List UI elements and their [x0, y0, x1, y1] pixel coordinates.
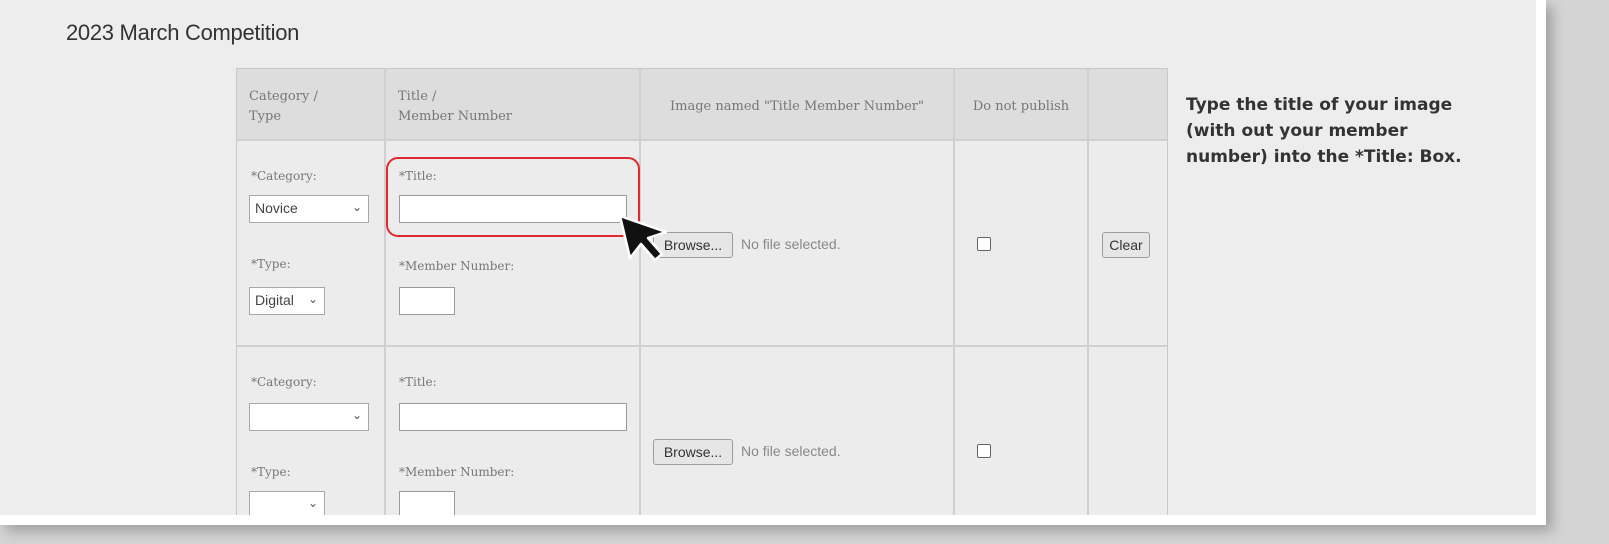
- title-label: *Title:: [399, 375, 437, 389]
- title-input[interactable]: [399, 403, 627, 431]
- row-divider: [237, 139, 1167, 141]
- screenshot-frame: 2023 March Competition Category / Type T…: [0, 0, 1546, 525]
- browse-button[interactable]: Browse...: [653, 439, 733, 465]
- type-select[interactable]: Digital ⌄: [249, 287, 325, 315]
- mouse-cursor-icon: [618, 214, 668, 262]
- header-title-line: Title /: [398, 89, 437, 104]
- type-value: Digital: [255, 292, 294, 308]
- category-select[interactable]: Novice ⌄: [249, 195, 369, 223]
- type-select[interactable]: ⌄: [249, 491, 325, 515]
- category-select[interactable]: ⌄: [249, 403, 369, 431]
- header-title-member: Title / Member Number: [386, 69, 639, 139]
- file-status: No file selected.: [741, 443, 841, 459]
- column-divider: [639, 69, 641, 515]
- type-label: *Type:: [251, 257, 291, 271]
- clear-button[interactable]: Clear: [1102, 232, 1150, 258]
- column-divider: [953, 69, 955, 515]
- chevron-down-icon: ⌄: [307, 496, 318, 510]
- entry-form-table: Category / Type Title / Member Number Im…: [236, 68, 1168, 515]
- category-label: *Category:: [251, 169, 317, 183]
- header-category-line: Category /: [249, 89, 318, 104]
- category-label: *Category:: [251, 375, 317, 389]
- header-image: Image named "Title Member Number": [641, 69, 953, 139]
- do-not-publish-checkbox[interactable]: [977, 237, 991, 251]
- member-number-input[interactable]: [399, 287, 455, 315]
- header-actions: [1089, 69, 1167, 139]
- header-category-type: Category / Type: [237, 69, 384, 139]
- header-do-not-publish: Do not publish: [955, 69, 1087, 139]
- header-member-line: Member Number: [398, 109, 512, 124]
- chevron-down-icon: ⌄: [307, 292, 318, 306]
- column-divider: [1087, 69, 1089, 515]
- chevron-down-icon: ⌄: [351, 200, 362, 214]
- instruction-text: Type the title of your image (with out y…: [1186, 95, 1462, 167]
- file-status: No file selected.: [741, 236, 841, 252]
- member-number-label: *Member Number:: [399, 259, 515, 273]
- member-number-label: *Member Number:: [399, 465, 515, 479]
- row-divider: [237, 345, 1167, 347]
- do-not-publish-checkbox[interactable]: [977, 444, 991, 458]
- page-title: 2023 March Competition: [66, 20, 300, 45]
- member-number-input[interactable]: [399, 491, 455, 515]
- type-label: *Type:: [251, 465, 291, 479]
- category-value: Novice: [255, 200, 298, 216]
- title-highlight-box: [386, 157, 640, 237]
- header-type-line: Type: [249, 109, 282, 124]
- chevron-down-icon: ⌄: [351, 408, 362, 422]
- column-divider: [384, 69, 386, 515]
